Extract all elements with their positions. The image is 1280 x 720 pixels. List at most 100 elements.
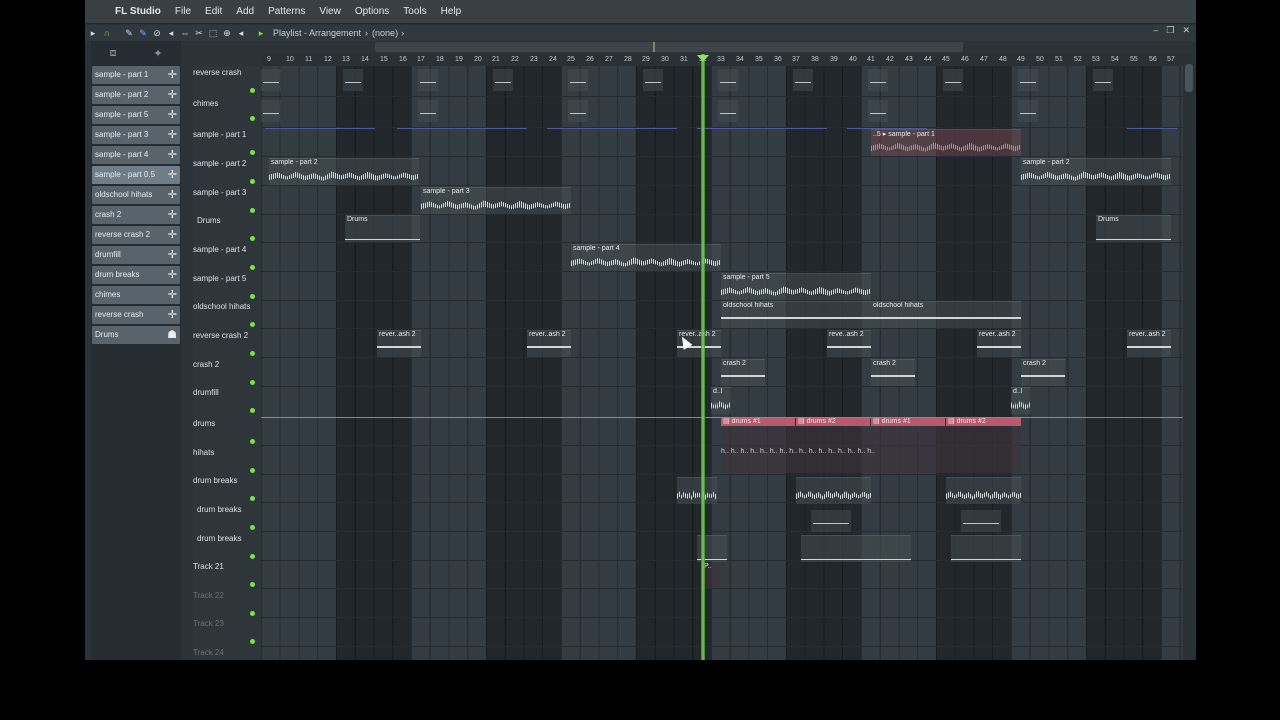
clip-sample-part-2[interactable]: sample - part 2 bbox=[1021, 158, 1171, 185]
menu-file[interactable]: File bbox=[175, 6, 191, 17]
clip-reverse-crash[interactable] bbox=[261, 69, 281, 91]
arrangement-icon[interactable]: ▸ bbox=[255, 27, 267, 39]
close-icon[interactable]: ✕ bbox=[1182, 25, 1190, 36]
picker-item-sample-part-2[interactable]: sample - part 2 ✛ bbox=[92, 86, 180, 104]
menu-add[interactable]: Add bbox=[236, 6, 254, 17]
track-led[interactable] bbox=[250, 439, 255, 444]
clip-reverse-crash[interactable] bbox=[418, 69, 438, 91]
track-reverse-crash[interactable]: reverse crash bbox=[193, 68, 261, 93]
clip-crash-2[interactable]: crash 2 bbox=[721, 359, 765, 386]
track-reverse-crash-2[interactable]: reverse crash 2 bbox=[193, 331, 261, 356]
clip-reverse-crash[interactable] bbox=[868, 69, 888, 91]
clip-reverse-crash[interactable] bbox=[643, 69, 663, 91]
clip-drum-breaks-3[interactable] bbox=[951, 535, 1021, 562]
track-24[interactable]: Track 24 bbox=[193, 648, 261, 657]
picker-item-chimes[interactable]: chimes ✛ bbox=[92, 286, 180, 304]
select-icon[interactable]: ⬚ bbox=[207, 27, 219, 39]
app-name[interactable]: FL Studio bbox=[115, 6, 161, 17]
pattern-arrow[interactable]: › bbox=[401, 28, 404, 38]
track-led[interactable] bbox=[250, 265, 255, 270]
track-chimes[interactable]: chimes bbox=[193, 99, 261, 121]
clip-drum-breaks-3[interactable] bbox=[801, 535, 911, 562]
track-led[interactable] bbox=[250, 582, 255, 587]
playhead-marker-icon[interactable] bbox=[697, 55, 709, 62]
picker-mode-icon[interactable]: ⧈ bbox=[109, 47, 116, 60]
clip-drums-automation[interactable]: Drums bbox=[345, 215, 420, 242]
clip-sample-part-2[interactable]: sample - part 2 bbox=[269, 158, 419, 185]
track-sample-part-5[interactable]: sample - part 5 bbox=[193, 274, 261, 299]
track-led[interactable] bbox=[250, 322, 255, 327]
track-drum-breaks-1[interactable]: drum breaks bbox=[193, 476, 261, 501]
clip-hihats-row[interactable]: h.. h.. h.. h.. h.. h.. h.. h.. h.. h.. … bbox=[721, 448, 1021, 455]
timeline-ruler[interactable]: 9 10 11 12 13 14 15 16 17 18 19 20 21 22… bbox=[261, 54, 1183, 66]
track-led[interactable] bbox=[250, 525, 255, 530]
track-sample-part-4[interactable]: sample - part 4 bbox=[193, 245, 261, 270]
clip-oldschool-hihats[interactable]: oldschool hihats bbox=[871, 301, 1021, 328]
track-sample-part-1[interactable]: sample - part 1 bbox=[193, 130, 261, 155]
clip-reverse-crash[interactable] bbox=[493, 69, 513, 91]
track-led[interactable] bbox=[250, 408, 255, 413]
clip-drums-2[interactable]: ▤ drums #2 bbox=[946, 418, 1021, 426]
menu-patterns[interactable]: Patterns bbox=[268, 6, 305, 17]
clip-sample-part-1-line[interactable] bbox=[1127, 128, 1177, 129]
track-led[interactable] bbox=[250, 496, 255, 501]
track-led[interactable] bbox=[250, 294, 255, 299]
track-sample-part-2[interactable]: sample - part 2 bbox=[193, 159, 261, 184]
picker-item-crash-2[interactable]: crash 2 ✛ bbox=[92, 206, 180, 224]
clip-sample-part-5[interactable]: sample - part 5 bbox=[721, 273, 871, 300]
clip-reverse-crash[interactable] bbox=[943, 69, 963, 91]
track-23[interactable]: Track 23 bbox=[193, 619, 261, 644]
picker-item-drum-breaks[interactable]: drum breaks ✛ bbox=[92, 266, 180, 284]
clip-drums-2[interactable]: ▤ drums #2 bbox=[796, 418, 870, 426]
vertical-scrollbar[interactable] bbox=[1183, 54, 1196, 660]
clip-crash-2[interactable]: crash 2 bbox=[871, 359, 915, 386]
picker-add-icon[interactable]: ✦ bbox=[153, 47, 162, 60]
track-hihats[interactable]: hihats bbox=[193, 448, 261, 473]
track-led[interactable] bbox=[250, 88, 255, 93]
clip-drum-breaks-2[interactable] bbox=[811, 510, 851, 532]
minimize-icon[interactable]: – bbox=[1153, 25, 1158, 36]
clip-crash-2[interactable]: crash 2 bbox=[1021, 359, 1065, 386]
clip-drums-automation[interactable]: Drums bbox=[1096, 215, 1171, 242]
clip-chimes[interactable] bbox=[1018, 100, 1038, 122]
menu-edit[interactable]: Edit bbox=[205, 6, 222, 17]
clip-sample-part-4[interactable]: sample - part 4 bbox=[571, 244, 721, 271]
clip-chimes[interactable] bbox=[568, 100, 588, 122]
track-drum-breaks-2[interactable]: drum breaks bbox=[193, 505, 261, 530]
picker-item-drums[interactable]: Drums ☗ bbox=[92, 326, 180, 344]
zoom-icon[interactable]: ⊕ bbox=[221, 27, 233, 39]
clip-reverse-crash[interactable] bbox=[568, 69, 588, 91]
pattern-selector[interactable]: (none) bbox=[372, 28, 398, 38]
track-led[interactable] bbox=[250, 468, 255, 473]
clip-sample-part-1-line[interactable] bbox=[547, 128, 677, 129]
clip-drum-breaks[interactable] bbox=[796, 477, 871, 504]
picker-item-oldschool-hihats[interactable]: oldschool hihats ✛ bbox=[92, 186, 180, 204]
track-drum-breaks-3[interactable]: drum breaks bbox=[193, 534, 261, 559]
clip-reverse-crash[interactable] bbox=[343, 69, 363, 91]
slip-icon[interactable]: ⇔ bbox=[179, 27, 191, 39]
clip-drum-breaks-2[interactable] bbox=[961, 510, 1001, 532]
track-22[interactable]: Track 22 bbox=[193, 591, 261, 616]
track-led[interactable] bbox=[250, 639, 255, 644]
track-drums-pattern[interactable]: drums bbox=[193, 419, 261, 444]
clip-drumfill[interactable]: d..l bbox=[711, 387, 731, 414]
clip-chimes[interactable] bbox=[718, 100, 738, 122]
slice-icon[interactable]: ✂ bbox=[193, 27, 205, 39]
clip-drums-1[interactable]: ▤ drums #1 bbox=[871, 418, 945, 426]
pencil-icon[interactable]: ✎ bbox=[123, 27, 135, 39]
clip-reverse-crash-2[interactable]: rever..ash 2 bbox=[977, 330, 1021, 357]
scroll-thumb[interactable] bbox=[1185, 64, 1193, 92]
clip-reverse-crash-2[interactable]: rever..ash 2 bbox=[377, 330, 421, 357]
clip-chimes[interactable] bbox=[418, 100, 438, 122]
track-led[interactable] bbox=[250, 236, 255, 241]
track-drums[interactable]: Drums bbox=[193, 216, 261, 241]
track-led[interactable] bbox=[250, 554, 255, 559]
picker-item-sample-part-4[interactable]: sample - part 4 ✛ bbox=[92, 146, 180, 164]
picker-item-sample-part-0-5[interactable]: sample - part 0.5 ✛ bbox=[92, 166, 180, 184]
track-led[interactable] bbox=[250, 380, 255, 385]
magnet-icon[interactable]: ∩ bbox=[101, 27, 113, 39]
clip-chimes[interactable] bbox=[261, 100, 281, 122]
track-led[interactable] bbox=[250, 179, 255, 184]
track-oldschool-hihats[interactable]: oldschool hihats bbox=[193, 302, 261, 327]
track-21[interactable]: Track 21 bbox=[193, 562, 261, 587]
